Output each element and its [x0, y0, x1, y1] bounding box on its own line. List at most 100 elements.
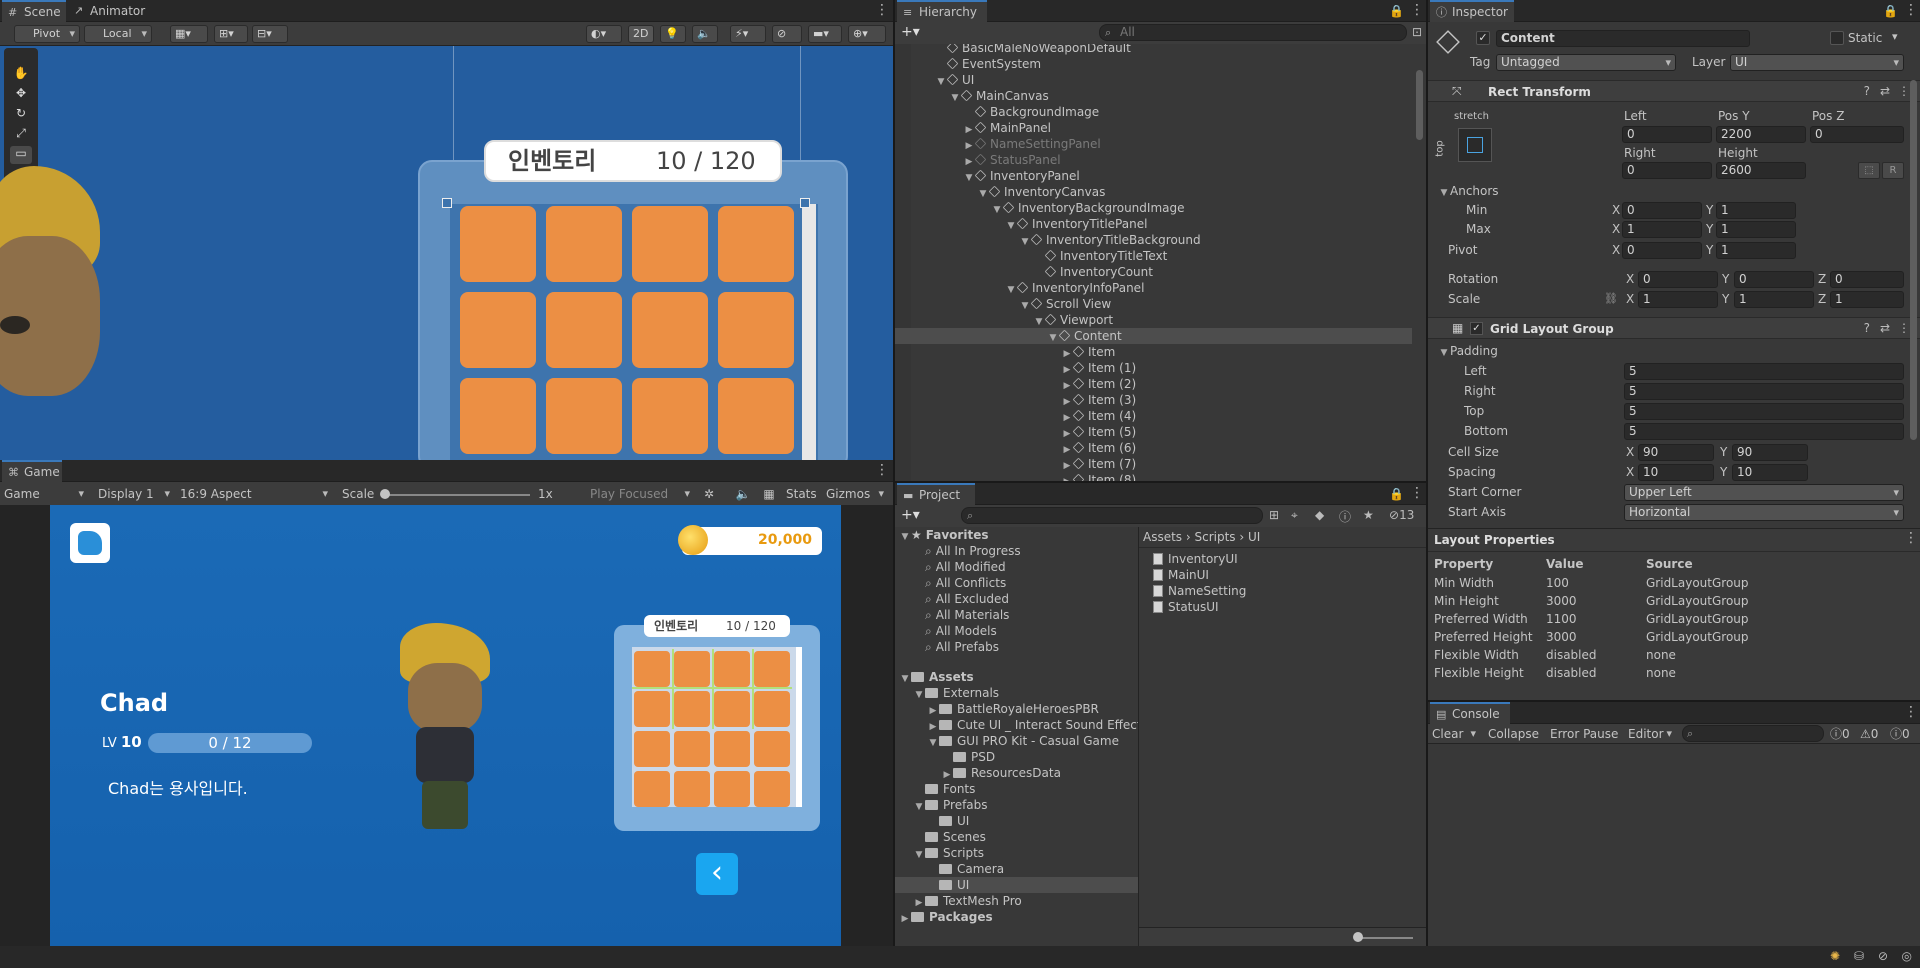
script-file[interactable]: StatusUI	[1143, 599, 1423, 615]
static-checkbox[interactable]	[1830, 31, 1844, 45]
rect-height-input[interactable]: 2600	[1716, 162, 1806, 179]
pivot-x-input[interactable]: 0	[1622, 242, 1702, 259]
tab-project[interactable]: ▬ Project	[897, 483, 975, 505]
folder-item[interactable]: ▼ GUI PRO Kit - Casual Game	[895, 733, 1138, 749]
inspector-menu-icon[interactable]: ⋮	[1904, 3, 1918, 19]
visibility-icon[interactable]: ⊘	[772, 25, 802, 43]
hierarchy-item[interactable]: ▶ StatusPanel	[895, 152, 1412, 168]
start-axis-dropdown[interactable]: Horizontal	[1624, 504, 1904, 521]
folder-item[interactable]: ▼ Prefabs	[895, 797, 1138, 813]
folder-item[interactable]: ▶ ResourcesData	[895, 765, 1138, 781]
play-focused-dropdown[interactable]: Play Focused	[590, 485, 694, 503]
padding-left-input[interactable]: 5	[1624, 363, 1904, 380]
toggle-2d-button[interactable]: 2D	[628, 25, 654, 43]
console-menu-icon[interactable]: ⋮	[1904, 705, 1918, 721]
hierarchy-item[interactable]: ▶ Item (6)	[895, 440, 1412, 456]
bug-icon[interactable]: ✲	[700, 485, 718, 503]
game-menu-icon[interactable]: ⋮	[875, 463, 889, 479]
cell-size-y-input[interactable]: 90	[1732, 444, 1808, 461]
rotation-x-input[interactable]: 0	[1638, 271, 1718, 288]
favorite-item[interactable]: ⌕ All Conflicts	[895, 575, 1138, 591]
constrain-proportions-icon[interactable]: ⛓	[1604, 292, 1618, 305]
grid-layout-header[interactable]: ▦ ✓ Grid Layout Group ? ⇄ ⋮	[1428, 317, 1920, 339]
anchor-max-y-input[interactable]: 1	[1716, 221, 1796, 238]
back-button[interactable]: ‹	[696, 853, 738, 895]
anchor-min-x-input[interactable]: 0	[1622, 202, 1702, 219]
scale-y-input[interactable]: 1	[1734, 291, 1814, 308]
foldout-arrow-icon[interactable]: ▶	[899, 911, 911, 927]
folder-item[interactable]: PSD	[895, 749, 1138, 765]
folder-item[interactable]: ▶ TextMesh Pro	[895, 893, 1138, 909]
spacing-y-input[interactable]: 10	[1732, 464, 1808, 481]
anchor-max-x-input[interactable]: 1	[1622, 221, 1702, 238]
folder-item[interactable]: ▼ Scripts	[895, 845, 1138, 861]
folder-item[interactable]: ▶ Cute UI _ Interact Sound Effects I	[895, 717, 1138, 733]
hierarchy-item[interactable]: ▼ InventoryTitleBackground	[895, 232, 1412, 248]
tab-console[interactable]: ▤ Console	[1430, 702, 1510, 724]
cache-icon[interactable]: ⛁	[1854, 949, 1864, 963]
hierarchy-item[interactable]: BackgroundImage	[895, 104, 1412, 120]
camera-icon[interactable]: ▬▾	[808, 25, 842, 43]
rotate-tool-icon[interactable]: ↻	[10, 106, 32, 124]
anchor-min-y-input[interactable]: 1	[1716, 202, 1796, 219]
preset-icon[interactable]: ⇄	[1880, 84, 1890, 98]
hierarchy-item[interactable]: ▼ Content	[895, 328, 1412, 344]
game-inventory-panel[interactable]: 인벤토리 10 / 120	[614, 615, 820, 831]
folder-item[interactable]: Scenes	[895, 829, 1138, 845]
tab-scene[interactable]: # Scene	[2, 0, 66, 22]
hierarchy-item[interactable]: ▶ Item (4)	[895, 408, 1412, 424]
warning-filter-button[interactable]: ⚠0	[1860, 725, 1878, 743]
favorite-item[interactable]: ⌕ All Prefabs	[895, 639, 1138, 655]
clear-button[interactable]: Clear	[1432, 725, 1480, 743]
rect-handle-right[interactable]	[800, 198, 810, 208]
inspector-scrollbar[interactable]	[1910, 80, 1917, 440]
shortcuts-icon[interactable]: ▦	[760, 485, 778, 503]
hierarchy-search-input[interactable]: ⌕ All	[1099, 24, 1407, 41]
lock-icon[interactable]: 🔒	[1883, 4, 1898, 18]
hierarchy-item[interactable]: ▶ Item	[895, 344, 1412, 360]
breadcrumb-scripts[interactable]: Scripts	[1195, 530, 1236, 544]
console-search-input[interactable]: ⌕	[1682, 725, 1824, 742]
folder-item[interactable]: ▼ Assets	[895, 669, 1138, 685]
effects-icon[interactable]: ⚡▾	[730, 25, 766, 43]
zoom-slider-thumb[interactable]	[1353, 932, 1363, 942]
hierarchy-item[interactable]: ▼ MainCanvas	[895, 88, 1412, 104]
scale-tool-icon[interactable]: ⤢	[10, 126, 32, 144]
game-screen[interactable]: 20,000 Chad LV 10 0 / 12 Chad는 용사입니다. 인벤…	[50, 505, 841, 946]
tag-dropdown[interactable]: Untagged	[1496, 54, 1676, 71]
breadcrumb-assets[interactable]: Assets	[1143, 530, 1182, 544]
hierarchy-item[interactable]: EventSystem	[895, 56, 1412, 72]
start-corner-dropdown[interactable]: Upper Left	[1624, 484, 1904, 501]
hidden-packages-toggle[interactable]: ⊘13	[1389, 508, 1414, 522]
hierarchy-item[interactable]: ▼ UI	[895, 72, 1412, 88]
gizmos-dropdown[interactable]: Gizmos	[826, 485, 888, 503]
tab-animator[interactable]: ↗ Animator	[68, 0, 153, 22]
scene-menu-icon[interactable]: ⋮	[875, 3, 889, 19]
anchors-foldout[interactable]: ▼ Anchors	[1438, 183, 1499, 200]
hierarchy-item[interactable]: InventoryTitleText	[895, 248, 1412, 264]
script-file[interactable]: InventoryUI	[1143, 551, 1423, 567]
add-object-button[interactable]: +▾	[901, 24, 920, 40]
network-icon[interactable]: ⊘	[1878, 949, 1888, 963]
folder-item[interactable]: Fonts	[895, 781, 1138, 797]
preset-icon[interactable]: ⇄	[1880, 321, 1890, 335]
folder-item[interactable]: UI	[895, 813, 1138, 829]
favorite-item[interactable]: ⌕ All Excluded	[895, 591, 1138, 607]
hierarchy-item[interactable]: ▼ Viewport	[895, 312, 1412, 328]
favorite-icon[interactable]: ★	[1363, 508, 1374, 522]
foldout-arrow-icon[interactable]: ▶	[1061, 474, 1073, 481]
pivot-y-input[interactable]: 1	[1716, 242, 1796, 259]
raw-edit-button[interactable]: R	[1882, 162, 1904, 179]
rect-left-input[interactable]: 0	[1622, 126, 1712, 143]
favorite-item[interactable]: ⌕ All Modified	[895, 559, 1138, 575]
error-filter-button[interactable]: ⓘ0	[1890, 725, 1910, 743]
hierarchy-item[interactable]: ▶ Item (8)	[895, 472, 1412, 481]
filter-label-icon[interactable]: ⌖	[1291, 508, 1298, 523]
cell-size-x-input[interactable]: 90	[1638, 444, 1714, 461]
create-asset-button[interactable]: +▾	[901, 507, 920, 523]
log-filter-button[interactable]: ⓘ0	[1830, 725, 1850, 743]
hierarchy-item[interactable]: BasicMaleNoWeaponDefault	[895, 44, 1412, 56]
hierarchy-item[interactable]: ▼ InventoryInfoPanel	[895, 280, 1412, 296]
hierarchy-item[interactable]: ▼ InventoryBackgroundImage	[895, 200, 1412, 216]
favorite-item[interactable]: ⌕ All Materials	[895, 607, 1138, 623]
